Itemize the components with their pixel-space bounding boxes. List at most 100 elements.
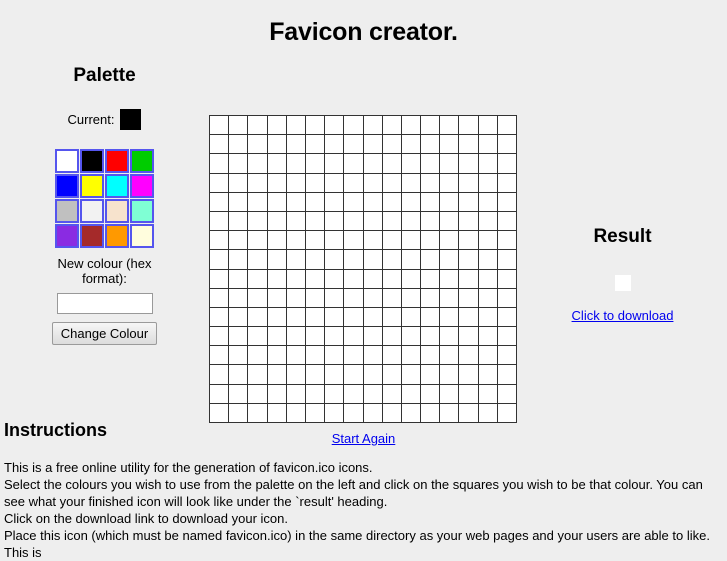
pixel-cell[interactable] <box>229 288 249 308</box>
pixel-cell[interactable] <box>325 365 345 385</box>
pixel-cell[interactable] <box>325 135 345 155</box>
pixel-cell[interactable] <box>478 269 498 289</box>
pixel-cell[interactable] <box>459 365 479 385</box>
pixel-cell[interactable] <box>382 307 402 328</box>
pixel-cell[interactable] <box>440 173 460 193</box>
pixel-cell[interactable] <box>459 231 479 251</box>
pixel-cell[interactable] <box>401 116 422 136</box>
pixel-cell[interactable] <box>305 346 326 366</box>
hex-colour-input[interactable] <box>56 293 153 314</box>
pixel-cell[interactable] <box>401 365 422 385</box>
pixel-cell[interactable] <box>363 288 383 308</box>
palette-swatch-cyan[interactable] <box>105 174 129 198</box>
pixel-cell[interactable] <box>286 384 306 404</box>
pixel-cell[interactable] <box>478 154 498 174</box>
pixel-cell[interactable] <box>440 327 460 347</box>
palette-swatch-black[interactable] <box>80 149 104 173</box>
pixel-cell[interactable] <box>421 231 441 251</box>
pixel-cell[interactable] <box>325 154 345 174</box>
pixel-cell[interactable] <box>210 231 230 251</box>
pixel-cell[interactable] <box>421 288 441 308</box>
palette-swatch-yellow[interactable] <box>80 174 104 198</box>
pixel-cell[interactable] <box>401 173 422 193</box>
pixel-cell[interactable] <box>382 211 402 232</box>
palette-swatch-aquamarine[interactable] <box>130 199 154 223</box>
pixel-cell[interactable] <box>421 327 441 347</box>
pixel-cell[interactable] <box>325 116 345 136</box>
pixel-cell[interactable] <box>267 135 287 155</box>
pixel-cell[interactable] <box>382 288 402 308</box>
pixel-cell[interactable] <box>229 135 249 155</box>
pixel-cell[interactable] <box>325 346 345 366</box>
pixel-cell[interactable] <box>305 365 326 385</box>
palette-swatch-lightyellow[interactable] <box>130 224 154 248</box>
pixel-cell[interactable] <box>401 231 422 251</box>
pixel-cell[interactable] <box>363 384 383 404</box>
palette-swatch-magenta[interactable] <box>130 174 154 198</box>
pixel-cell[interactable] <box>344 154 364 174</box>
pixel-cell[interactable] <box>229 192 249 212</box>
pixel-cell[interactable] <box>497 307 517 328</box>
pixel-cell[interactable] <box>421 365 441 385</box>
pixel-cell[interactable] <box>497 173 517 193</box>
pixel-cell[interactable] <box>305 116 326 136</box>
pixel-cell[interactable] <box>363 250 383 270</box>
pixel-cell[interactable] <box>382 327 402 347</box>
pixel-cell[interactable] <box>344 384 364 404</box>
pixel-cell[interactable] <box>478 192 498 212</box>
pixel-cell[interactable] <box>440 135 460 155</box>
pixel-cell[interactable] <box>440 154 460 174</box>
pixel-cell[interactable] <box>440 116 460 136</box>
pixel-cell[interactable] <box>459 384 479 404</box>
pixel-cell[interactable] <box>382 154 402 174</box>
pixel-cell[interactable] <box>267 346 287 366</box>
pixel-cell[interactable] <box>267 327 287 347</box>
pixel-cell[interactable] <box>478 384 498 404</box>
palette-swatch-brown[interactable] <box>80 224 104 248</box>
pixel-cell[interactable] <box>248 173 268 193</box>
pixel-cell[interactable] <box>210 384 230 404</box>
pixel-cell[interactable] <box>286 307 306 328</box>
pixel-cell[interactable] <box>363 154 383 174</box>
pixel-cell[interactable] <box>478 211 498 232</box>
palette-swatch-red[interactable] <box>105 149 129 173</box>
pixel-cell[interactable] <box>305 231 326 251</box>
pixel-cell[interactable] <box>305 269 326 289</box>
pixel-cell[interactable] <box>421 192 441 212</box>
pixel-cell[interactable] <box>229 211 249 232</box>
pixel-cell[interactable] <box>267 384 287 404</box>
pixel-cell[interactable] <box>305 135 326 155</box>
pixel-cell[interactable] <box>497 192 517 212</box>
pixel-cell[interactable] <box>344 116 364 136</box>
pixel-cell[interactable] <box>401 192 422 212</box>
pixel-cell[interactable] <box>210 327 230 347</box>
pixel-cell[interactable] <box>325 269 345 289</box>
pixel-cell[interactable] <box>210 250 230 270</box>
pixel-cell[interactable] <box>382 250 402 270</box>
pixel-cell[interactable] <box>210 135 230 155</box>
download-link[interactable]: Click to download <box>572 308 674 323</box>
pixel-cell[interactable] <box>286 327 306 347</box>
pixel-cell[interactable] <box>421 346 441 366</box>
pixel-cell[interactable] <box>401 269 422 289</box>
pixel-cell[interactable] <box>401 211 422 232</box>
pixel-cell[interactable] <box>382 116 402 136</box>
pixel-cell[interactable] <box>248 269 268 289</box>
palette-swatch-bisque[interactable] <box>105 199 129 223</box>
pixel-cell[interactable] <box>305 384 326 404</box>
pixel-cell[interactable] <box>286 135 306 155</box>
pixel-cell[interactable] <box>401 250 422 270</box>
pixel-cell[interactable] <box>325 327 345 347</box>
pixel-cell[interactable] <box>382 384 402 404</box>
pixel-cell[interactable] <box>210 307 230 328</box>
pixel-cell[interactable] <box>382 173 402 193</box>
pixel-cell[interactable] <box>344 231 364 251</box>
pixel-cell[interactable] <box>421 154 441 174</box>
pixel-cell[interactable] <box>344 365 364 385</box>
pixel-cell[interactable] <box>286 173 306 193</box>
pixel-cell[interactable] <box>248 231 268 251</box>
pixel-cell[interactable] <box>497 231 517 251</box>
pixel-cell[interactable] <box>497 250 517 270</box>
pixel-cell[interactable] <box>286 211 306 232</box>
pixel-cell[interactable] <box>478 365 498 385</box>
